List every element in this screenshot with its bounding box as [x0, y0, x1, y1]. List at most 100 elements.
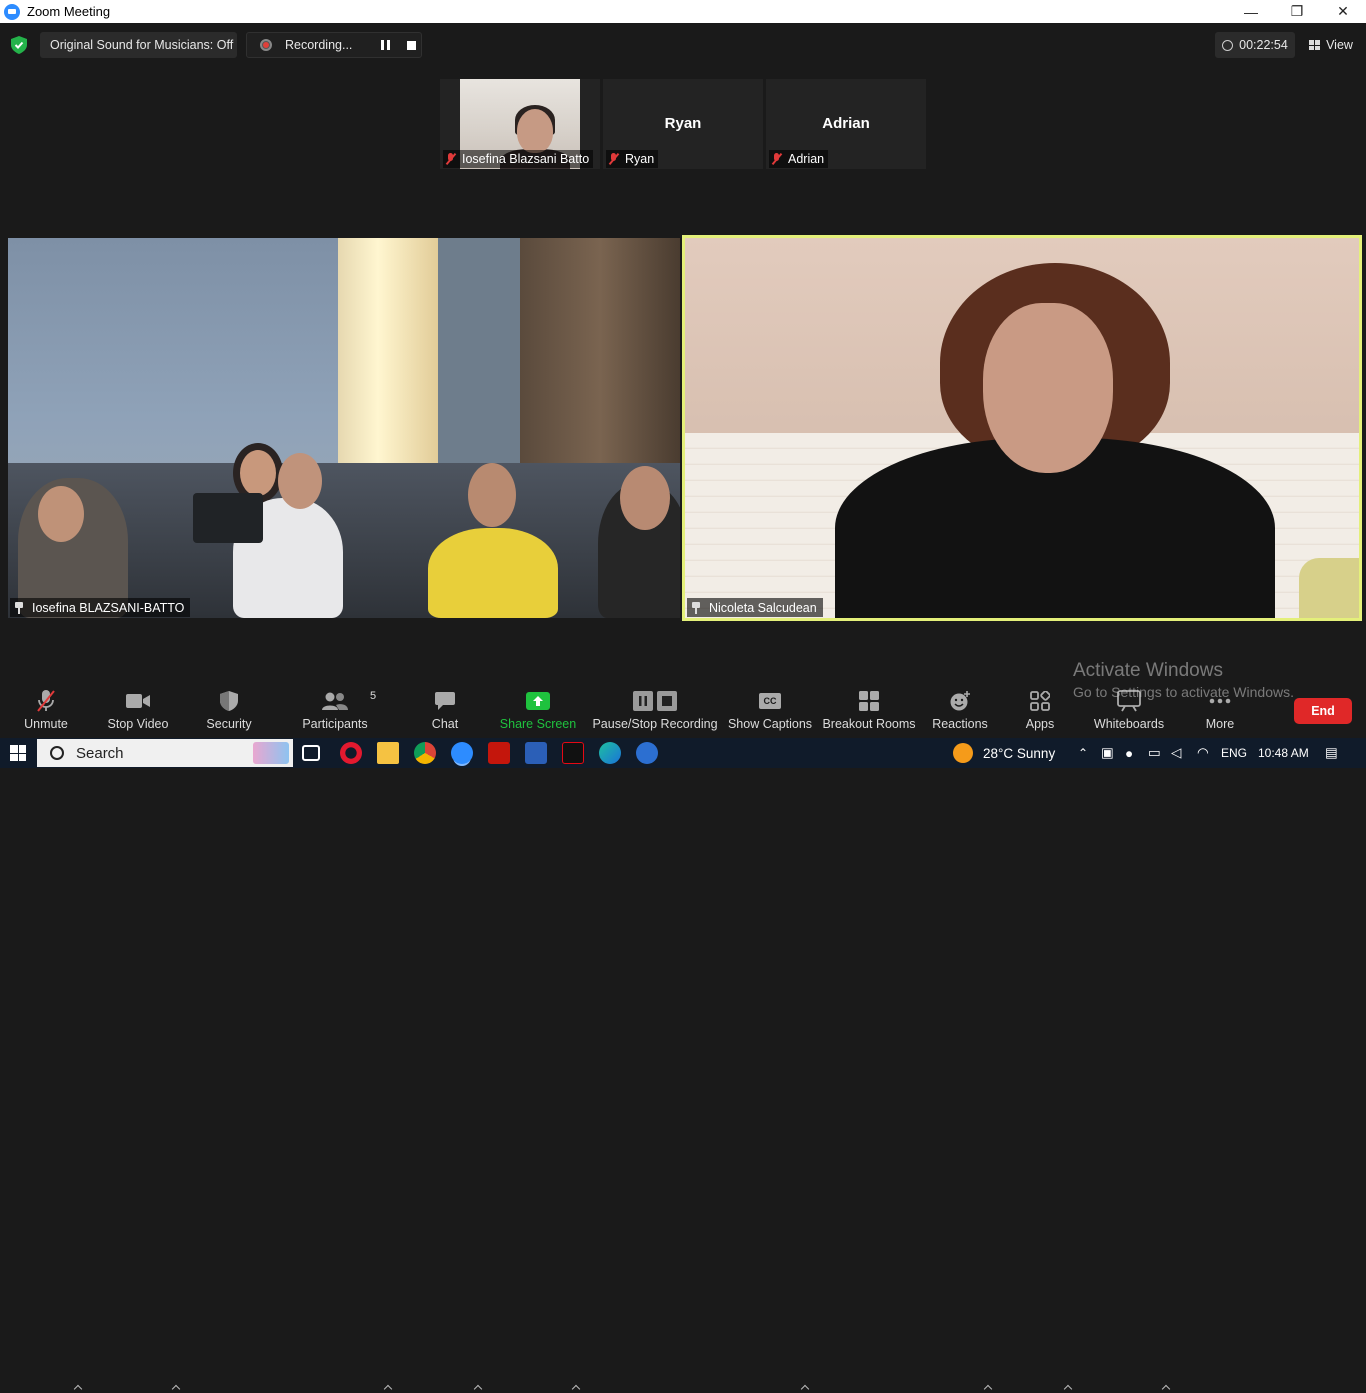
battery-icon[interactable]: ▭ [1148, 738, 1161, 768]
recording-label: Recording... [285, 38, 353, 52]
shield-icon[interactable] [11, 36, 27, 54]
close-button[interactable]: ✕ [1320, 0, 1366, 23]
meeting-area: Original Sound for Musicians: Off Record… [0, 23, 1366, 687]
captions-options-chevron-icon[interactable] [801, 1384, 809, 1392]
participants-icon: 5 [321, 687, 376, 715]
security-button[interactable]: Security [204, 687, 254, 738]
audio-options-chevron-icon[interactable] [74, 1384, 82, 1392]
word-icon[interactable] [525, 742, 547, 764]
weather-sun-icon[interactable] [953, 743, 973, 763]
chat-button[interactable]: Chat [428, 687, 462, 738]
show-captions-label: Show Captions [727, 717, 813, 731]
share-options-chevron-icon[interactable] [572, 1384, 580, 1392]
breakout-rooms-label: Breakout Rooms [822, 717, 916, 731]
meeting-toolbar: Unmute Stop Video Security 5 Participant… [0, 687, 1366, 738]
more-button[interactable]: More [1202, 687, 1238, 738]
view-button[interactable]: View [1303, 32, 1359, 58]
search-icon [50, 746, 64, 760]
pause-stop-recording-button[interactable]: Pause/Stop Recording [592, 687, 718, 738]
participant-thumbnail[interactable]: Iosefina Blazsani Batto [440, 79, 600, 169]
participant-thumbnail[interactable]: Adrian Adrian [766, 79, 926, 169]
participant-nameplate: Adrian [769, 150, 829, 168]
chat-options-chevron-icon[interactable] [474, 1384, 482, 1392]
zoom-taskbar-icon[interactable] [451, 742, 473, 764]
stop-video-button[interactable]: Stop Video [106, 687, 170, 738]
video-tile-active-speaker[interactable]: Nicoleta Salcudean [682, 235, 1362, 621]
restore-button[interactable]: ❐ [1274, 0, 1320, 23]
participant-name: Ryan [625, 152, 655, 166]
stop-video-label: Stop Video [107, 717, 169, 731]
participant-thumbnail[interactable]: Ryan Ryan [603, 79, 763, 169]
whiteboards-button[interactable]: Whiteboards [1094, 687, 1164, 738]
pin-icon [14, 601, 24, 614]
video-options-chevron-icon[interactable] [172, 1384, 180, 1392]
whiteboard-icon [1117, 687, 1141, 715]
participants-options-chevron-icon[interactable] [384, 1384, 392, 1392]
show-captions-button[interactable]: CC Show Captions [727, 687, 813, 738]
participant-name: Iosefina BLAZSANI-BATTO [32, 600, 185, 615]
share-screen-button[interactable]: Share Screen [499, 687, 577, 738]
stop-recording-icon[interactable] [407, 40, 417, 50]
task-view-icon[interactable] [302, 745, 320, 761]
original-sound-toggle[interactable]: Original Sound for Musicians: Off [40, 32, 237, 58]
participant-name: Nicoleta Salcudean [709, 600, 817, 615]
end-meeting-button[interactable]: End [1294, 698, 1352, 724]
reactions-options-chevron-icon[interactable] [984, 1384, 992, 1392]
share-screen-icon [526, 687, 550, 715]
window-title-bar: Zoom Meeting — ❐ ✕ [0, 0, 1366, 23]
file-explorer-icon[interactable] [377, 742, 399, 764]
participant-display-name: Adrian [822, 115, 870, 132]
reactions-label: Reactions [932, 717, 988, 731]
clock-icon [1222, 39, 1234, 51]
unmute-button[interactable]: Unmute [22, 687, 70, 738]
whiteboards-label: Whiteboards [1093, 717, 1165, 731]
chrome-icon[interactable] [414, 742, 436, 764]
clock-time[interactable]: 10:48 AM [1258, 738, 1309, 768]
unmute-label: Unmute [24, 717, 68, 731]
weather-label[interactable]: 28°C Sunny [983, 738, 1055, 768]
closed-captions-icon: CC [759, 687, 781, 715]
participants-button[interactable]: 5 Participants [302, 687, 376, 738]
notifications-icon[interactable]: ▤ [1325, 738, 1338, 768]
view-grid-icon [1309, 40, 1321, 50]
chat-label: Chat [431, 717, 459, 731]
opera-icon[interactable] [340, 742, 362, 764]
pause-stop-recording-label: Pause/Stop Recording [592, 717, 718, 731]
netflix-icon[interactable] [562, 742, 584, 764]
participant-name: Adrian [788, 152, 825, 166]
apps-options-chevron-icon[interactable] [1064, 1384, 1072, 1392]
view-label: View [1326, 38, 1353, 52]
microphone-tray-icon[interactable]: ● [1125, 738, 1133, 768]
participant-nameplate: Nicoleta Salcudean [687, 598, 823, 617]
mic-muted-icon [608, 153, 620, 165]
participant-name: Iosefina Blazsani Batto [462, 152, 590, 166]
language-indicator[interactable]: ENG [1221, 738, 1247, 768]
video-tile-classroom[interactable]: Iosefina BLAZSANI-BATTO [8, 238, 680, 618]
recording-indicator: Recording... [246, 32, 422, 58]
edge-icon[interactable] [599, 742, 621, 764]
participant-nameplate: Iosefina BLAZSANI-BATTO [10, 598, 191, 617]
minimize-button[interactable]: — [1228, 0, 1274, 23]
webex-icon[interactable] [636, 742, 658, 764]
mic-muted-icon [445, 153, 457, 165]
camera-tray-icon[interactable]: ▣ [1101, 738, 1114, 768]
security-label: Security [206, 717, 252, 731]
whiteboards-options-chevron-icon[interactable] [1162, 1384, 1170, 1392]
search-highlight-image [253, 742, 289, 764]
share-screen-label: Share Screen [499, 717, 577, 731]
start-button[interactable] [0, 738, 36, 768]
security-shield-icon [219, 687, 239, 715]
reactions-button[interactable]: Reactions [932, 687, 988, 738]
pause-stop-icon [632, 687, 678, 715]
volume-muted-icon[interactable]: ◁ [1171, 738, 1181, 768]
mic-muted-icon [771, 153, 783, 165]
participants-count: 5 [370, 690, 377, 702]
pause-recording-icon[interactable] [381, 40, 391, 50]
taskbar-search-box[interactable]: Search [37, 739, 293, 767]
acrobat-icon[interactable] [488, 742, 510, 764]
tray-chevron-up-icon[interactable]: ⌃ [1078, 738, 1088, 768]
wifi-icon[interactable]: ◠ [1197, 738, 1209, 768]
breakout-rooms-button[interactable]: Breakout Rooms [822, 687, 916, 738]
record-icon [260, 39, 272, 51]
apps-button[interactable]: Apps [1022, 687, 1058, 738]
